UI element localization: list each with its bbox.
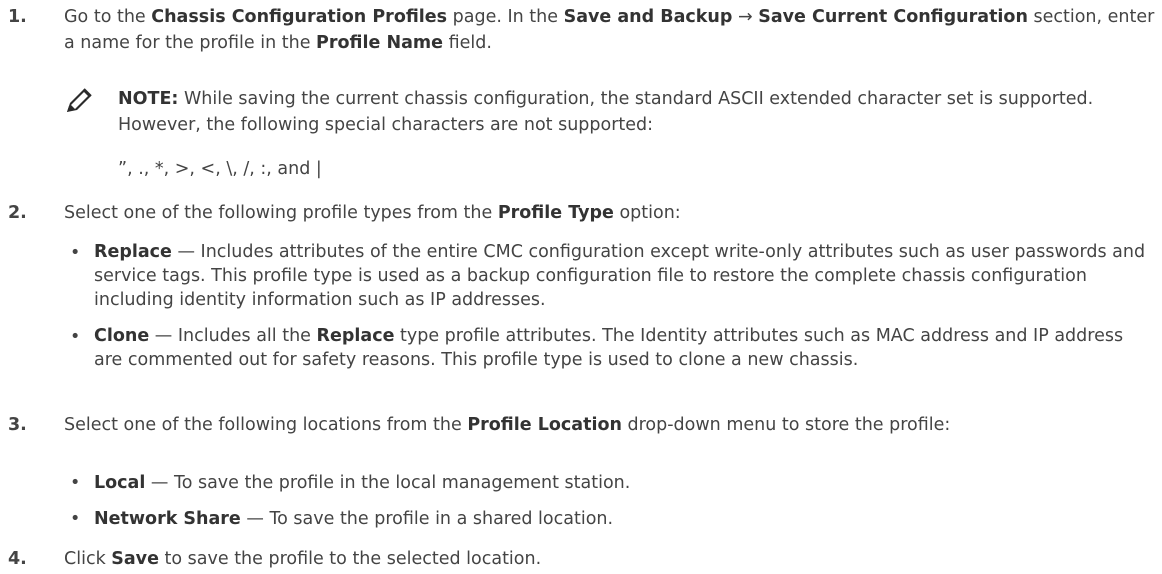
button-name: Save <box>111 549 159 569</box>
step-text: Select one of the following profile type… <box>64 203 681 223</box>
list-term: Network Share <box>94 509 241 529</box>
option-name: Profile Type <box>497 203 614 223</box>
step-number: 2. <box>8 203 27 223</box>
bullet-icon: • <box>70 243 81 263</box>
section-name: Save and Backup <box>563 7 733 27</box>
step-text: Select one of the following locations fr… <box>64 415 951 435</box>
step-number: 4. <box>8 549 27 569</box>
page-name: Chassis Configuration Profiles <box>151 7 448 27</box>
step-number: 1. <box>8 7 27 27</box>
bullet-icon: • <box>70 509 81 529</box>
note-text: NOTE: While saving the current chassis c… <box>118 89 1094 135</box>
instructions-document: 1. Go to the Chassis Configuration Profi… <box>0 0 1162 574</box>
unsupported-characters: ”, ., *, >, <, \, /, :, and | <box>118 159 322 179</box>
list-term: Clone <box>94 326 150 346</box>
subsection-name: Save Current Configuration <box>758 7 1028 27</box>
step-number: 3. <box>8 415 27 435</box>
list-term: Local <box>94 473 146 493</box>
menu-name: Profile Location <box>467 415 622 435</box>
field-name: Profile Name <box>316 33 444 53</box>
list-term: Replace <box>94 242 172 262</box>
bullet-icon: • <box>70 473 81 493</box>
note-label: NOTE: <box>118 89 179 109</box>
bullet-icon: • <box>70 327 81 347</box>
step-text: Click Save to save the profile to the se… <box>64 549 542 569</box>
pencil-icon <box>64 88 94 114</box>
list-term-ref: Replace <box>316 326 395 346</box>
step-text: Go to the Chassis Configuration Profiles… <box>64 7 1155 53</box>
